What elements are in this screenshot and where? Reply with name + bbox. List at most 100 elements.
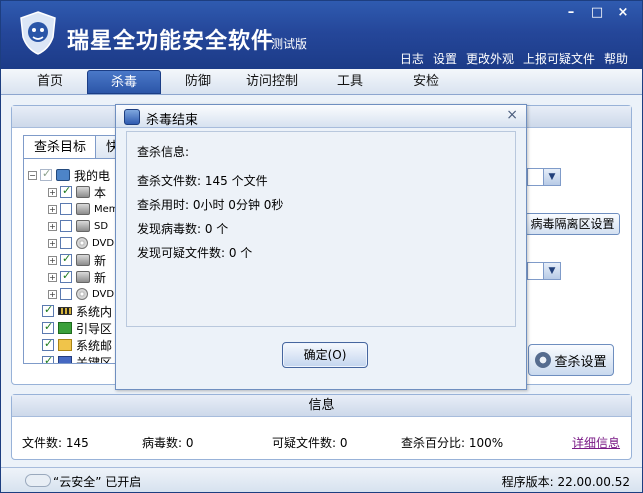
ok-button[interactable]: 确定(O) [282, 342, 368, 368]
drive-icon [76, 254, 90, 266]
detail-info-link[interactable]: 详细信息 [572, 434, 620, 451]
memory-icon [58, 307, 72, 315]
dialog-title-bar: 杀毒结束 × [116, 105, 526, 128]
chevron-down-icon[interactable]: ▼ [543, 169, 560, 185]
tree-item[interactable]: 关键区 [42, 354, 113, 364]
pc-icon [56, 169, 70, 181]
expand-icon[interactable]: + [48, 255, 57, 265]
checkbox[interactable] [60, 269, 72, 283]
mail-icon [58, 339, 72, 351]
app-edition: 测试版 [271, 37, 308, 51]
drive-icon [76, 203, 90, 215]
shield-icon [124, 109, 140, 125]
maximize-button[interactable]: □ [590, 5, 604, 20]
dialog-body: 查杀信息: 查杀文件数: 145 个文件 查杀用时: 0小时 0分钟 0秒 发现… [126, 131, 516, 327]
scan-settings-button[interactable]: 查杀设置 [528, 344, 614, 376]
tree-item[interactable]: − 我的电 [28, 167, 110, 183]
checkbox[interactable] [60, 288, 72, 300]
collapse-icon[interactable]: − [28, 170, 37, 180]
scan-info-heading: 查杀信息: [137, 145, 190, 159]
expand-icon[interactable]: + [48, 238, 57, 248]
action-select[interactable]: ▼ [527, 262, 561, 280]
tree-item[interactable]: + DVD [48, 235, 114, 251]
close-button[interactable]: × [616, 5, 630, 20]
chevron-down-icon[interactable]: ▼ [543, 263, 560, 279]
tree-item-label: 我的电 [74, 168, 111, 183]
checkbox[interactable] [60, 237, 72, 249]
tree-item-label: DVD [92, 237, 115, 249]
change-skin-link[interactable]: 更改外观 [466, 50, 514, 67]
info-header: 信息 [12, 395, 631, 417]
tree-item[interactable]: + 新 [48, 252, 106, 268]
key-area-icon [58, 356, 72, 363]
boot-sector-icon [58, 322, 72, 334]
expand-icon[interactable]: + [48, 289, 57, 299]
program-version: 程序版本: 22.00.00.52 [501, 475, 630, 489]
settings-link[interactable]: 设置 [433, 50, 457, 67]
checkbox[interactable] [40, 167, 52, 181]
tree-item[interactable]: + 新 [48, 269, 106, 285]
app-window: 瑞星全功能安全软件 测试版 – □ × 日志 设置 更改外观 上报可疑文件 帮助… [0, 0, 643, 493]
status-bar: “云安全” 已开启 程序版本: 22.00.00.52 [1, 467, 642, 492]
close-icon[interactable]: × [506, 107, 518, 123]
checkbox[interactable] [42, 320, 54, 334]
scan-finished-dialog: 杀毒结束 × 查杀信息: 查杀文件数: 145 个文件 查杀用时: 0小时 0分… [115, 104, 527, 390]
quarantine-settings-button[interactable]: 病毒隔离区设置 [525, 213, 620, 235]
checkbox[interactable] [60, 252, 72, 266]
info-panel: 信息 文件数: 145 病毒数: 0 可疑文件数: 0 查杀百分比: 100% … [11, 394, 632, 460]
tree-item[interactable]: 系统邮 [42, 337, 112, 353]
title-bar: 瑞星全功能安全软件 测试版 – □ × 日志 设置 更改外观 上报可疑文件 帮助 [1, 1, 642, 69]
tab-scan-target[interactable]: 查杀目标 [23, 135, 98, 159]
tree-item[interactable]: + Mem [48, 201, 119, 217]
tab-scan[interactable]: 杀毒 [87, 70, 161, 94]
expand-icon[interactable]: + [48, 221, 57, 231]
scan-duration: 查杀用时: 0小时 0分钟 0秒 [137, 198, 284, 212]
scanned-files: 查杀文件数: 145 个文件 [137, 174, 268, 188]
drive-icon [76, 186, 90, 198]
cloud-security-status: “云安全” 已开启 [53, 475, 142, 489]
checkbox[interactable] [60, 203, 72, 215]
tree-item-label: SD [94, 220, 109, 232]
suspicious-count: 可疑文件数: 0 [272, 436, 348, 450]
help-link[interactable]: 帮助 [604, 50, 628, 67]
checkbox[interactable] [42, 303, 54, 317]
gear-icon [535, 352, 552, 368]
drive-icon [76, 220, 90, 232]
report-suspicious-link[interactable]: 上报可疑文件 [523, 50, 595, 67]
tree-item[interactable]: + SD [48, 218, 108, 234]
scan-option-select[interactable]: ▼ [527, 168, 561, 186]
tree-item[interactable]: 系统内 [42, 303, 112, 319]
expand-icon[interactable]: + [48, 204, 57, 214]
minimize-button[interactable]: – [564, 5, 578, 20]
tab-security-check[interactable]: 安检 [389, 70, 463, 94]
cd-icon [76, 237, 88, 249]
file-count: 文件数: 145 [22, 436, 89, 450]
cd-icon [76, 288, 88, 300]
expand-icon[interactable]: + [48, 187, 57, 197]
virus-count: 病毒数: 0 [142, 436, 194, 450]
checkbox[interactable] [60, 184, 72, 198]
rising-lion-logo [20, 11, 56, 55]
tree-item-label: 新 [94, 270, 107, 285]
suspicious-found: 发现可疑文件数: 0 个 [137, 246, 253, 260]
tree-item[interactable]: + 本 [48, 184, 106, 200]
checkbox[interactable] [42, 354, 54, 363]
scan-percent: 查杀百分比: 100% [401, 436, 504, 450]
checkbox[interactable] [42, 337, 54, 351]
tab-defense[interactable]: 防御 [161, 70, 235, 94]
log-link[interactable]: 日志 [400, 50, 424, 67]
tab-access-control[interactable]: 访问控制 [235, 70, 309, 94]
tab-tools[interactable]: 工具 [313, 70, 387, 94]
tree-item[interactable]: 引导区 [42, 320, 112, 336]
tree-item-label: 关键区 [76, 355, 113, 364]
tree-item-label: 系统邮 [76, 338, 113, 353]
viruses-found: 发现病毒数: 0 个 [137, 222, 229, 236]
main-nav: 首页 杀毒 防御 访问控制 工具 安检 [1, 69, 642, 95]
scan-target-tree: − 我的电 + 本 + Mem + SD + DVD [23, 158, 123, 364]
checkbox[interactable] [60, 220, 72, 232]
tree-item[interactable]: + DVD [48, 286, 114, 302]
dialog-title: 杀毒结束 [146, 113, 199, 128]
expand-icon[interactable]: + [48, 272, 57, 282]
tab-home[interactable]: 首页 [13, 70, 87, 94]
drive-icon [76, 271, 90, 283]
